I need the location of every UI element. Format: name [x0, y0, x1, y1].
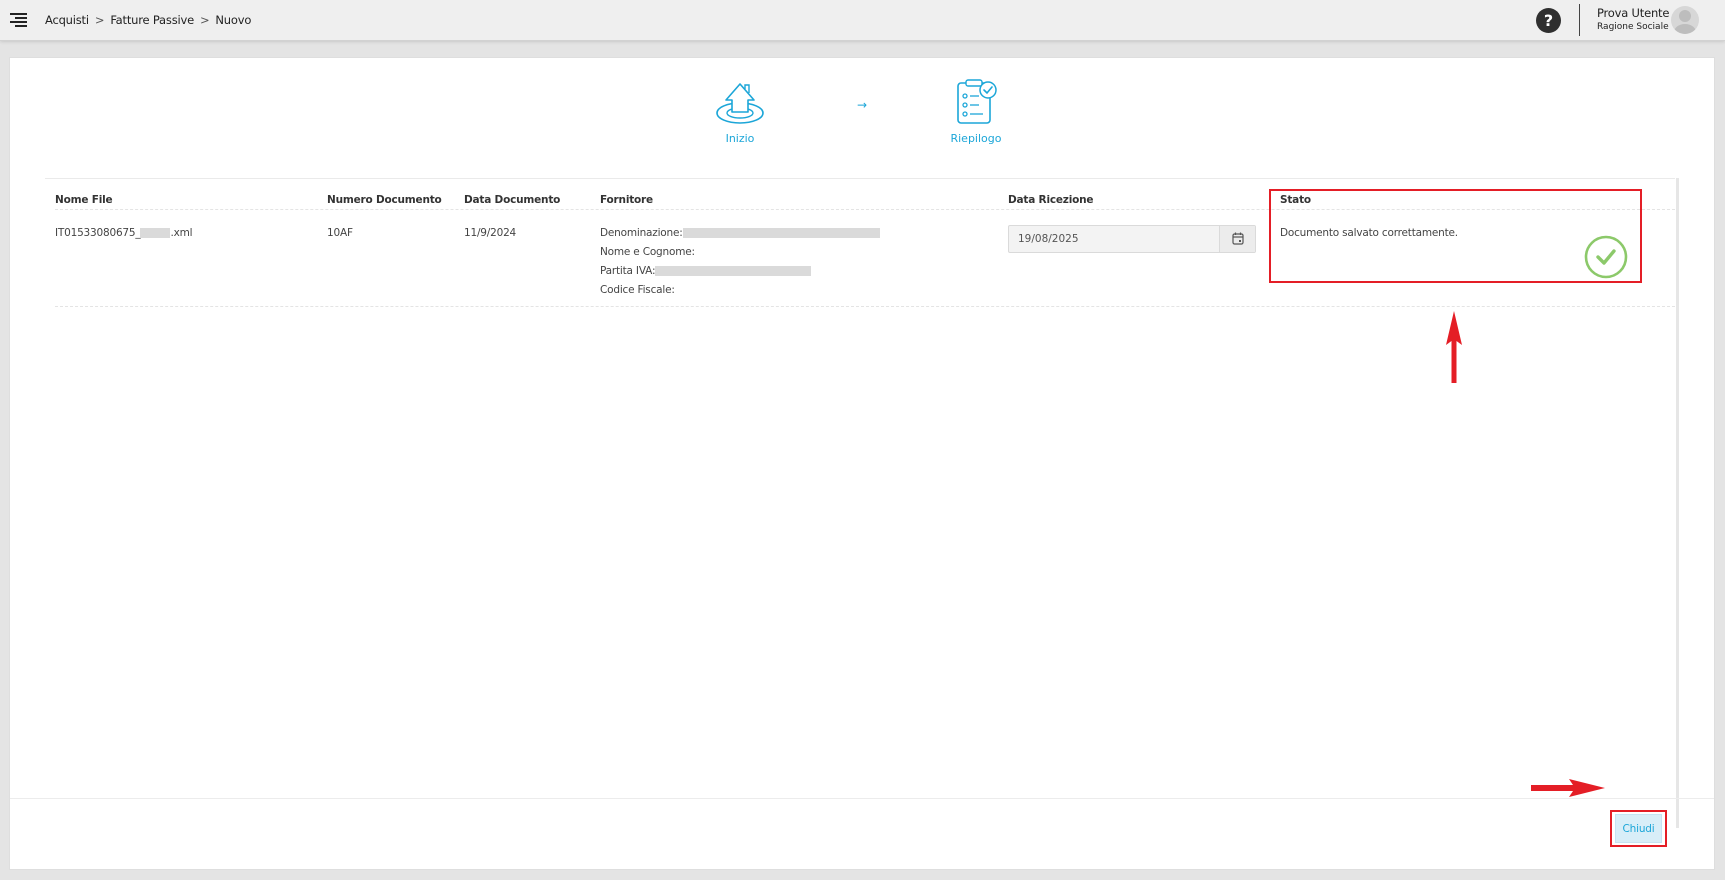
cell-fornitore-partita-iva: Partita IVA: [600, 265, 812, 277]
redacted-block [655, 266, 812, 276]
checklist-icon [957, 79, 997, 124]
vertical-scrollbar[interactable] [1676, 178, 1679, 828]
column-header-numero-documento: Numero Documento [327, 194, 442, 206]
annotation-arrow-up-icon [1446, 311, 1462, 383]
breadcrumb-separator: > [199, 13, 210, 27]
breadcrumb-item-fatture-passive[interactable]: Fatture Passive [110, 13, 194, 27]
data-ricezione-input[interactable] [1009, 226, 1219, 252]
label-denominazione: Denominazione: [600, 227, 683, 239]
calendar-button[interactable] [1219, 226, 1255, 252]
footer-divider [10, 798, 1714, 799]
top-bar: Acquisti > Fatture Passive > Nuovo ? Pro… [0, 0, 1725, 41]
cell-fornitore-nome-cognome: Nome e Cognome: [600, 246, 695, 258]
table-top-border [45, 178, 1675, 179]
column-header-data-documento: Data Documento [464, 194, 561, 206]
table-row-divider [55, 306, 1675, 307]
breadcrumb-item-acquisti[interactable]: Acquisti [45, 13, 89, 27]
annotation-arrow-right-icon [1531, 779, 1605, 797]
breadcrumb-separator: > [94, 13, 105, 27]
cell-data-documento: 11/9/2024 [464, 227, 517, 239]
data-ricezione-picker[interactable] [1008, 225, 1256, 253]
cell-numero-documento: 10AF [327, 227, 353, 239]
cell-fornitore-codice-fiscale: Codice Fiscale: [600, 284, 675, 296]
file-name-suffix: .xml [170, 227, 193, 239]
calendar-icon [1232, 232, 1244, 245]
file-name-prefix: IT01533080675_ [55, 227, 141, 239]
step-arrow-icon: → [857, 98, 868, 112]
cell-nome-file: IT01533080675_ .xml [55, 227, 193, 239]
hamburger-menu-icon[interactable] [10, 13, 27, 27]
user-name: Prova Utente [1597, 6, 1670, 20]
column-header-nome-file: Nome File [55, 194, 113, 206]
annotation-box-stato [1269, 189, 1642, 283]
step-label-inizio: Inizio [725, 132, 755, 145]
column-header-fornitore: Fornitore [600, 194, 653, 206]
cell-fornitore-denominazione: Denominazione: [600, 227, 880, 239]
help-icon[interactable]: ? [1536, 8, 1561, 33]
redacted-block [682, 228, 880, 238]
avatar[interactable] [1671, 6, 1699, 34]
close-button[interactable]: Chiudi [1615, 814, 1662, 843]
column-header-data-ricezione: Data Ricezione [1008, 194, 1094, 206]
user-company: Ragione Sociale [1597, 22, 1669, 32]
label-partita-iva: Partita IVA: [600, 265, 656, 277]
main-panel: Inizio → Riepilogo Nome File Numero Docu… [9, 57, 1715, 870]
step-inizio[interactable]: Inizio [710, 80, 770, 145]
redacted-block [140, 228, 171, 238]
step-riepilogo[interactable]: Riepilogo [946, 78, 1006, 145]
step-label-riepilogo: Riepilogo [950, 132, 1002, 145]
breadcrumb: Acquisti > Fatture Passive > Nuovo [45, 13, 251, 27]
home-upload-icon [716, 83, 764, 124]
breadcrumb-item-nuovo: Nuovo [215, 13, 252, 27]
header-divider [1579, 4, 1580, 36]
